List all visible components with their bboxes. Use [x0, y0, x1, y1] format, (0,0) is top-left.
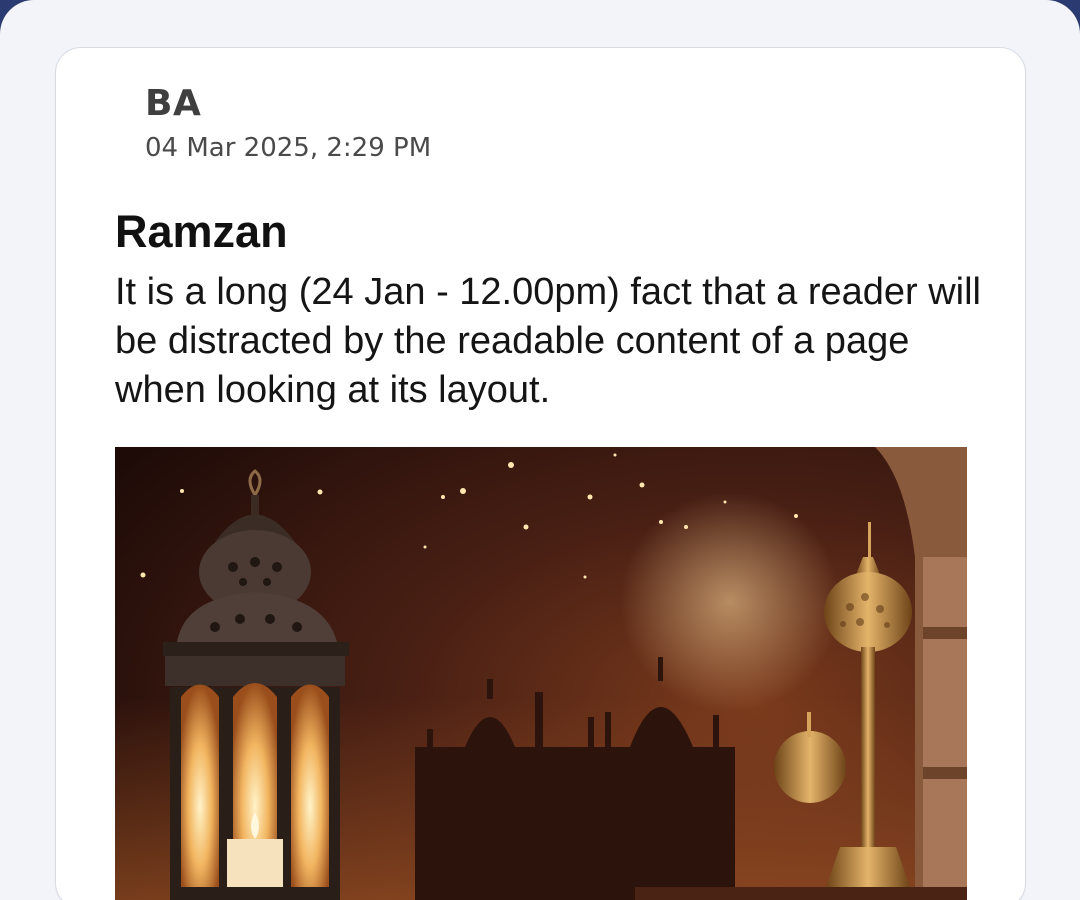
post-author: BA [145, 83, 202, 124]
post-timestamp: 04 Mar 2025, 2:29 PM [145, 133, 432, 163]
post-title: Ramzan [115, 206, 288, 257]
moon-glow [620, 492, 840, 712]
post-image[interactable] [115, 447, 967, 900]
app-screen: BA 04 Mar 2025, 2:29 PM Ramzan It is a l… [0, 0, 1080, 900]
ramzan-illustration [115, 447, 967, 900]
post-card[interactable]: BA 04 Mar 2025, 2:29 PM Ramzan It is a l… [55, 47, 1026, 900]
post-body: It is a long (24 Jan - 12.00pm) fact tha… [115, 271, 981, 411]
